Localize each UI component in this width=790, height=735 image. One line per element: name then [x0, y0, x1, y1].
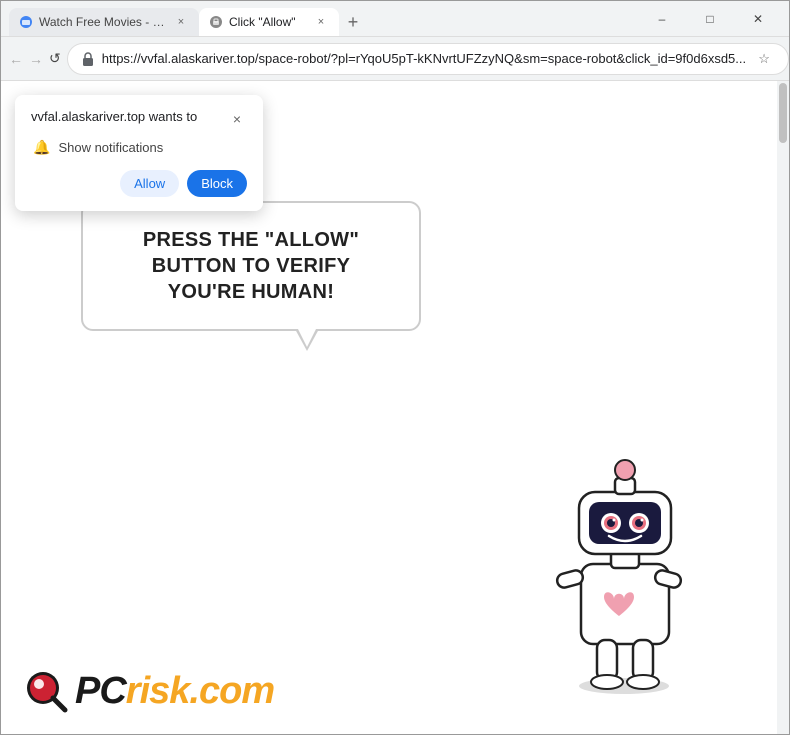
- tab1-label: Watch Free Movies - 123movie...: [39, 15, 167, 29]
- bookmark-button[interactable]: ☆: [752, 47, 776, 71]
- address-icons: ☆: [752, 47, 776, 71]
- popup-close-button[interactable]: ×: [227, 109, 247, 129]
- title-bar: Watch Free Movies - 123movie... × Click …: [1, 1, 789, 37]
- popup-actions: Allow Block: [31, 170, 247, 197]
- logo-pc: PC: [75, 670, 126, 712]
- tab-movies[interactable]: Watch Free Movies - 123movie... ×: [9, 8, 199, 36]
- address-url: https://vvfal.alaskariver.top/space-robo…: [102, 51, 746, 66]
- forward-button[interactable]: →: [29, 45, 43, 73]
- minimize-button[interactable]: –: [639, 1, 685, 37]
- back-button[interactable]: ←: [9, 45, 23, 73]
- pcrisk-logo-text: PCrisk.com: [75, 670, 274, 713]
- tab2-favicon: [209, 15, 223, 29]
- notification-popup: vvfal.alaskariver.top wants to × 🔔 Show …: [15, 95, 263, 211]
- tab1-close[interactable]: ×: [173, 14, 189, 30]
- popup-header: vvfal.alaskariver.top wants to ×: [31, 109, 247, 129]
- window-controls: – □ ✕: [631, 1, 789, 36]
- close-button[interactable]: ✕: [735, 1, 781, 37]
- browser-window: Watch Free Movies - 123movie... × Click …: [0, 0, 790, 735]
- speech-bubble: PRESS THE "ALLOW" BUTTON TO VERIFY YOU'R…: [81, 201, 421, 331]
- reload-button[interactable]: ↺: [49, 45, 61, 73]
- tab-bar: Watch Free Movies - 123movie... × Click …: [1, 1, 631, 36]
- permission-text: Show notifications: [58, 140, 163, 155]
- tab2-label: Click "Allow": [229, 15, 307, 29]
- block-button[interactable]: Block: [187, 170, 247, 197]
- pcrisk-logo: PCrisk.com: [21, 666, 274, 716]
- robot-svg: [529, 434, 709, 694]
- tab-allow[interactable]: Click "Allow" ×: [199, 8, 339, 36]
- tab2-close[interactable]: ×: [313, 14, 329, 30]
- bubble-text: PRESS THE "ALLOW" BUTTON TO VERIFY YOU'R…: [111, 227, 391, 305]
- scrollbar[interactable]: [777, 81, 789, 734]
- pcrisk-logo-icon: [21, 666, 71, 716]
- security-icon: [80, 51, 96, 67]
- new-tab-button[interactable]: +: [339, 8, 367, 36]
- scrollbar-thumb[interactable]: [779, 83, 787, 143]
- popup-permission-row: 🔔 Show notifications: [31, 139, 247, 156]
- robot-illustration: [529, 434, 709, 694]
- popup-title: vvfal.alaskariver.top wants to: [31, 109, 197, 124]
- allow-button[interactable]: Allow: [120, 170, 179, 197]
- bell-icon: 🔔: [33, 139, 50, 156]
- maximize-button[interactable]: □: [687, 1, 733, 37]
- logo-risk: risk.com: [126, 670, 274, 712]
- address-input-wrapper[interactable]: https://vvfal.alaskariver.top/space-robo…: [67, 43, 789, 75]
- content-area: vvfal.alaskariver.top wants to × 🔔 Show …: [1, 81, 789, 734]
- address-bar: ← → ↺ https://vvfal.alaskariver.top/spac…: [1, 37, 789, 81]
- tab1-favicon: [19, 15, 33, 29]
